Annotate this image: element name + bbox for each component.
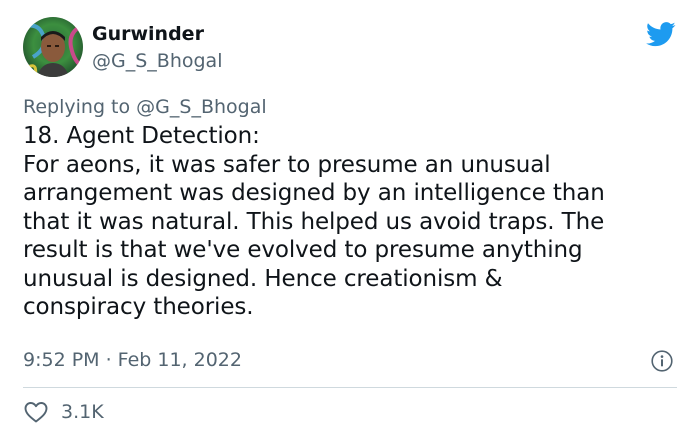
user-handle[interactable]: @G_S_Bhogal: [92, 49, 222, 73]
info-icon[interactable]: [651, 350, 673, 372]
avatar[interactable]: [23, 17, 83, 77]
replying-prefix: Replying to: [23, 96, 137, 118]
tweet-card: Gurwinder @G_S_Bhogal Replying to @G_S_B…: [0, 0, 700, 441]
divider: [23, 387, 677, 388]
like-count: 3.1K: [61, 401, 104, 423]
avatar-image: [23, 17, 83, 77]
replying-to: Replying to @G_S_Bhogal: [23, 95, 267, 119]
heart-icon[interactable]: [23, 400, 49, 424]
display-name[interactable]: Gurwinder: [92, 22, 204, 46]
replying-handle-link[interactable]: @G_S_Bhogal: [136, 96, 266, 118]
like-action[interactable]: 3.1K: [23, 399, 104, 425]
twitter-bird-icon[interactable]: [646, 22, 676, 47]
tweet-text: 18. Agent Detection: For aeons, it was s…: [23, 123, 605, 320]
tweet-timestamp[interactable]: 9:52 PM · Feb 11, 2022: [23, 348, 242, 372]
